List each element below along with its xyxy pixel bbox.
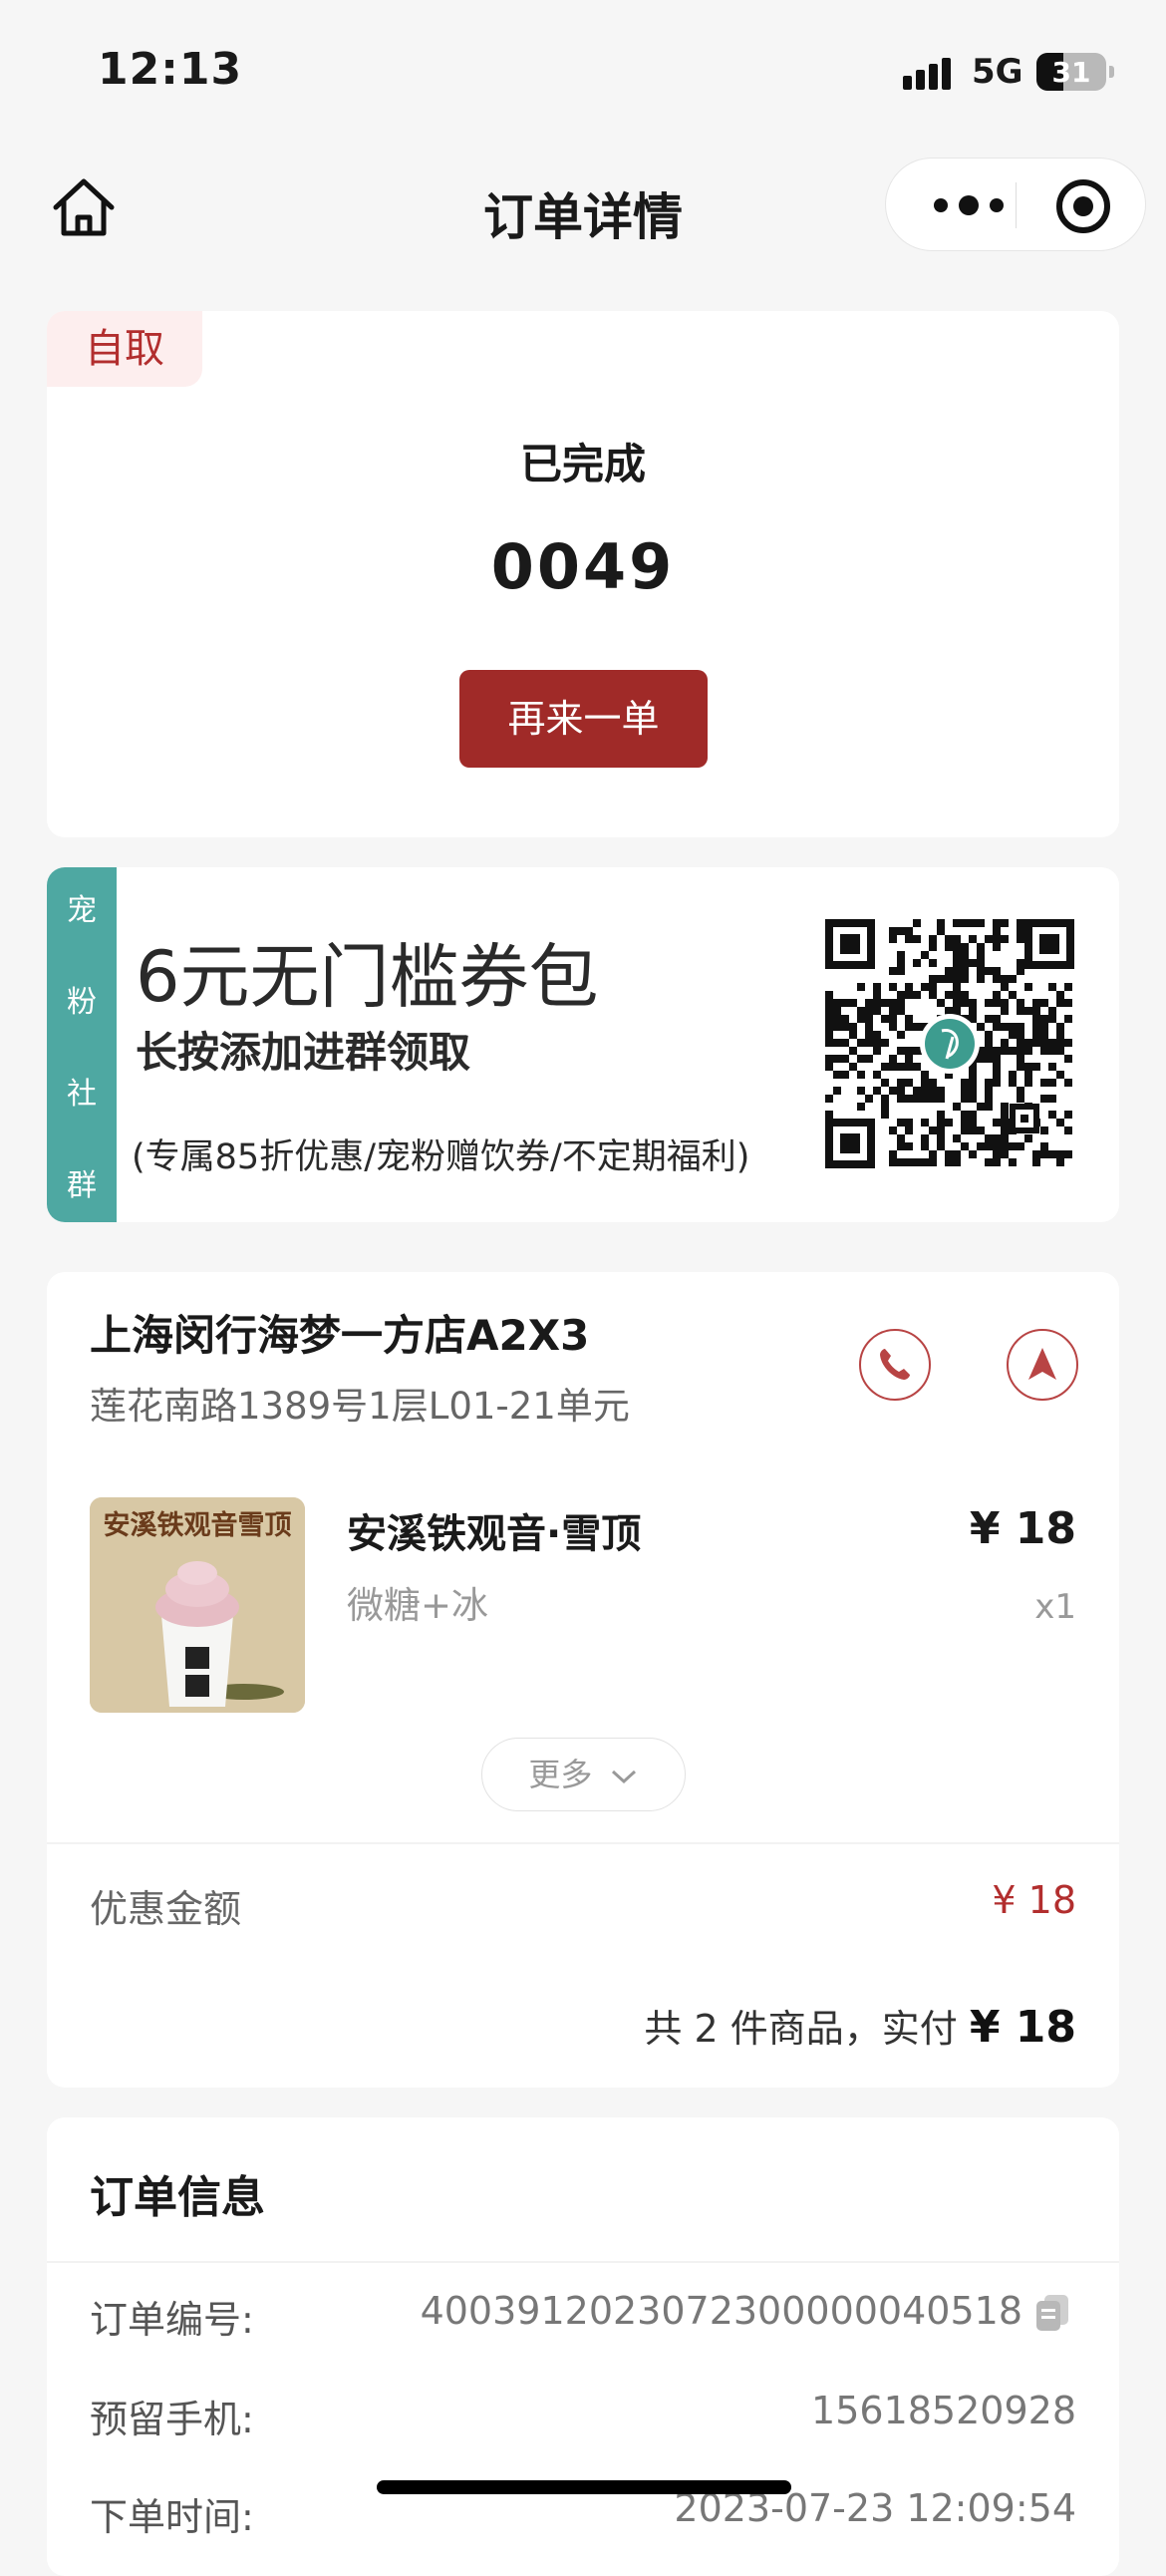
order-number-label: 订单编号:	[90, 2298, 254, 2342]
promo-subtitle: 长按添加进群领取	[136, 1028, 471, 1077]
product-quantity: x1	[1034, 1587, 1076, 1627]
qr-code-image[interactable]	[825, 919, 1074, 1168]
battery-icon: 31	[1036, 53, 1106, 91]
status-time: 12:13	[98, 44, 243, 95]
total-value: ¥ 18	[969, 2002, 1076, 2053]
pickup-tag: 自取	[47, 311, 202, 387]
phone-icon	[880, 1349, 910, 1380]
network-label: 5G	[972, 52, 1023, 92]
mini-program-capsule	[885, 158, 1146, 251]
order-time-label: 下单时间:	[90, 2495, 254, 2539]
promo-side-label: 宠 粉 社 群	[47, 867, 117, 1222]
pickup-number: 0049	[490, 530, 676, 603]
copy-icon[interactable]	[1030, 2291, 1074, 2335]
store-address: 莲花南路1389号1层L01-21单元	[90, 1385, 630, 1428]
promo-side-char: 粉	[67, 985, 97, 1020]
order-info-title: 订单信息	[90, 2172, 265, 2223]
home-indicator	[377, 2480, 791, 2494]
product-name: 安溪铁观音·雪顶	[347, 1511, 642, 1557]
promo-side-char: 群	[67, 1168, 97, 1203]
phone-label: 预留手机:	[90, 2398, 254, 2441]
navigate-store-button[interactable]	[1007, 1329, 1078, 1401]
call-store-button[interactable]	[859, 1329, 931, 1401]
order-status: 已完成	[519, 440, 646, 488]
reorder-button[interactable]: 再来一单	[459, 670, 708, 768]
signal-icon	[903, 58, 955, 90]
more-icon[interactable]	[924, 182, 1014, 228]
divider	[47, 1842, 1119, 1844]
product-image-caption: 安溪铁观音雪顶	[103, 1510, 292, 1541]
battery-level: 31	[1051, 56, 1091, 89]
order-number-value: 4003912023072300000040518	[420, 2289, 1022, 2333]
discount-label: 优惠金额	[90, 1887, 242, 1931]
divider	[47, 2261, 1119, 2263]
promo-side-char: 社	[67, 1077, 97, 1112]
store-name: 上海闵行海梦一方店A2X3	[90, 1311, 590, 1360]
product-price: ¥ 18	[969, 1503, 1076, 1554]
close-icon[interactable]	[1055, 178, 1111, 234]
battery-tip	[1109, 66, 1114, 78]
product-image: 安溪铁观音雪顶	[90, 1497, 305, 1713]
chevron-down-icon	[611, 1770, 636, 1784]
product-spec: 微糖+冰	[347, 1584, 489, 1627]
order-total: 共 2 件商品，实付 ¥ 18	[644, 1998, 1076, 2053]
show-more-button[interactable]: 更多	[481, 1738, 686, 1811]
discount-value: ¥ 18	[992, 1878, 1076, 1922]
total-prefix: 共 2 件商品，实付	[644, 2007, 958, 2051]
promo-note: (专属85折优惠/宠粉赠饮券/不定期福利)	[132, 1137, 750, 1177]
promo-title: 6元无门槛券包	[136, 936, 599, 1018]
phone-value: 15618520928	[811, 2389, 1076, 2432]
show-more-label: 更多	[528, 1756, 593, 1793]
promo-side-char: 宠	[67, 893, 97, 928]
capsule-divider	[1016, 182, 1017, 228]
navigation-arrow-icon	[1028, 1348, 1056, 1380]
